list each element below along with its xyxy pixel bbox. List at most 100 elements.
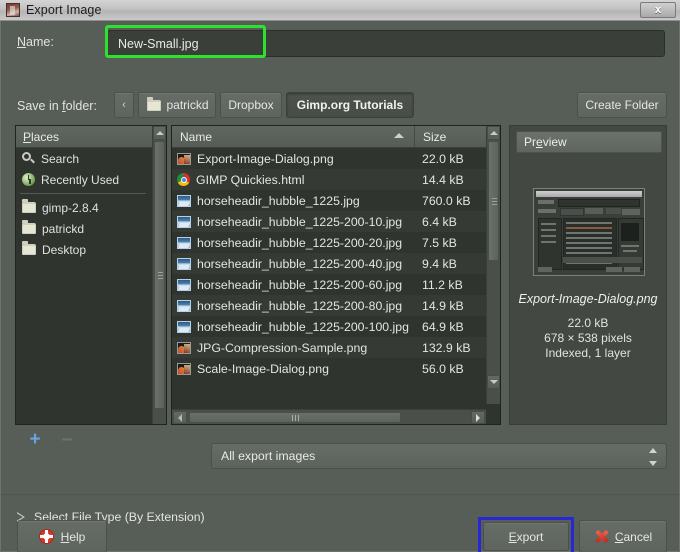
folder-icon: [22, 241, 36, 255]
breadcrumb-patrickd[interactable]: patrickd: [138, 92, 216, 118]
file-name: horseheadir_hubble_1225-200-20.jpg: [197, 235, 403, 250]
sidebar-item-patrickd[interactable]: patrickd: [16, 218, 152, 239]
table-row[interactable]: horseheadir_hubble_1225-200-10.jpg 6.4 k…: [172, 211, 486, 232]
name-label: Name:: [17, 35, 54, 49]
jpg-image-icon: [177, 278, 191, 291]
scrollbar-thumb[interactable]: [488, 141, 499, 261]
folder-icon: [22, 220, 36, 234]
places-list: Search Recently Used gimp-2.8.4 patrickd: [16, 148, 152, 260]
table-row[interactable]: horseheadir_hubble_1225-200-40.jpg 9.4 k…: [172, 253, 486, 274]
table-row[interactable]: horseheadir_hubble_1225-200-80.jpg 14.9 …: [172, 295, 486, 316]
preview-filename: Export-Image-Dialog.png: [518, 292, 658, 306]
file-name: JPG-Compression-Sample.png: [197, 340, 368, 355]
place-label: Recently Used: [41, 172, 120, 187]
footer-divider: [1, 494, 679, 495]
folder-icon: [147, 96, 162, 111]
places-actions: + –: [15, 427, 167, 457]
scrollbar-thumb[interactable]: [154, 141, 165, 409]
sidebar-item-search[interactable]: Search: [16, 148, 152, 169]
table-row[interactable]: Scale-Image-Dialog.png 56.0 kB: [172, 358, 486, 379]
table-row[interactable]: Export-Image-Dialog.png 22.0 kB: [172, 148, 486, 169]
file-size: 22.0 kB: [422, 151, 464, 166]
add-place-button[interactable]: +: [27, 430, 43, 449]
file-type-filter-select[interactable]: All export images: [211, 443, 667, 469]
jpg-image-icon: [177, 257, 191, 270]
file-list-vertical-scrollbar[interactable]: [486, 126, 500, 404]
breadcrumb-dropbox[interactable]: Dropbox: [220, 92, 282, 118]
file-name: horseheadir_hubble_1225-200-100.jpg: [197, 319, 409, 334]
gimp-wilber-icon: [6, 3, 20, 17]
grip-icon: [158, 272, 163, 279]
table-row[interactable]: GIMP Quickies.html 14.4 kB: [172, 169, 486, 190]
file-name: Export-Image-Dialog.png: [197, 151, 334, 166]
title-bar: Export Image x: [0, 0, 680, 21]
file-list[interactable]: Export-Image-Dialog.png 22.0 kB GIMP Qui…: [172, 148, 486, 403]
place-label: Desktop: [42, 242, 87, 257]
create-folder-button[interactable]: Create Folder: [577, 92, 667, 118]
grip-icon: [492, 198, 497, 205]
preview-pane: Pr e view Export-Image-Dialog.png 22.0 k…: [509, 125, 667, 425]
file-size: 9.4 kB: [422, 256, 457, 271]
export-image-dialog-window: Export Image x Name: Save in folder: ‹ p…: [0, 0, 680, 552]
table-row[interactable]: JPG-Compression-Sample.png 132.9 kB: [172, 337, 486, 358]
scroll-right-icon[interactable]: [471, 411, 485, 424]
scroll-up-icon[interactable]: [487, 126, 500, 140]
file-size: 14.4 kB: [422, 172, 464, 187]
chevron-updown-icon: [648, 448, 657, 466]
png-image-icon: [177, 341, 191, 354]
sidebar-item-desktop[interactable]: Desktop: [16, 239, 152, 260]
file-name: horseheadir_hubble_1225-200-60.jpg: [197, 277, 403, 292]
places-scrollbar[interactable]: [152, 126, 166, 424]
scroll-left-icon[interactable]: [173, 411, 187, 424]
scroll-up-icon[interactable]: [153, 126, 166, 140]
table-row[interactable]: horseheadir_hubble_1225-200-100.jpg 64.9…: [172, 316, 486, 337]
column-header-size[interactable]: Size: [414, 126, 486, 148]
help-button[interactable]: Help: [17, 520, 107, 552]
preview-metadata: 22.0 kB 678 × 538 pixels Indexed, 1 laye…: [510, 316, 666, 361]
export-button[interactable]: Export: [483, 522, 569, 551]
table-row[interactable]: horseheadir_hubble_1225-200-60.jpg 11.2 …: [172, 274, 486, 295]
jpg-image-icon: [177, 320, 191, 333]
preview-mode: Indexed, 1 layer: [545, 346, 631, 360]
preview-header: Pr e view: [516, 131, 662, 153]
breadcrumb-label: patrickd: [166, 98, 209, 112]
folder-icon: [22, 199, 36, 213]
file-size: 56.0 kB: [422, 361, 464, 376]
sidebar-item-recently-used[interactable]: Recently Used: [16, 169, 152, 190]
dialog-body: Name: Save in folder: ‹ patrickd Dropbox…: [0, 21, 680, 552]
recently-used-icon: [22, 173, 35, 186]
file-size: 132.9 kB: [422, 340, 471, 355]
file-list-horizontal-scrollbar[interactable]: [172, 409, 486, 424]
help-label: Help: [60, 529, 86, 544]
table-row[interactable]: horseheadir_hubble_1225-200-20.jpg 7.5 k…: [172, 232, 486, 253]
place-label: Search: [41, 151, 80, 166]
column-header-label: Name: [180, 129, 213, 144]
png-image-icon: [177, 152, 191, 165]
places-divider: [20, 193, 146, 194]
file-name: Scale-Image-Dialog.png: [197, 361, 329, 376]
column-header-name[interactable]: Name: [172, 126, 414, 148]
preview-thumbnail: [533, 188, 645, 276]
preview-dimensions: 678 × 538 pixels: [544, 331, 632, 345]
jpg-image-icon: [177, 236, 191, 249]
file-size: 11.2 kB: [422, 277, 463, 292]
table-row[interactable]: horseheadir_hubble_1225.jpg 760.0 kB: [172, 190, 486, 211]
file-name: horseheadir_hubble_1225.jpg: [197, 193, 360, 208]
filename-input[interactable]: [108, 31, 664, 56]
place-label: patrickd: [42, 221, 85, 236]
file-name: GIMP Quickies.html: [196, 172, 305, 187]
sidebar-item-gimp-284[interactable]: gimp-2.8.4: [16, 197, 152, 218]
places-header: Places: [16, 126, 152, 148]
file-size: 7.5 kB: [422, 235, 457, 250]
scroll-down-icon[interactable]: [487, 375, 500, 389]
cancel-button[interactable]: Cancel: [579, 520, 667, 552]
preview-size: 22.0 kB: [567, 316, 609, 330]
sort-ascending-icon: [394, 133, 404, 138]
close-icon[interactable]: x: [640, 2, 676, 18]
file-size: 64.9 kB: [422, 319, 464, 334]
file-size: 14.9 kB: [422, 298, 464, 313]
breadcrumb-gimp-org-tutorials[interactable]: Gimp.org Tutorials: [286, 92, 414, 118]
filename-field-wrapper[interactable]: [107, 30, 665, 57]
scrollbar-thumb[interactable]: [189, 412, 401, 423]
breadcrumb-back-button[interactable]: ‹: [114, 92, 134, 118]
